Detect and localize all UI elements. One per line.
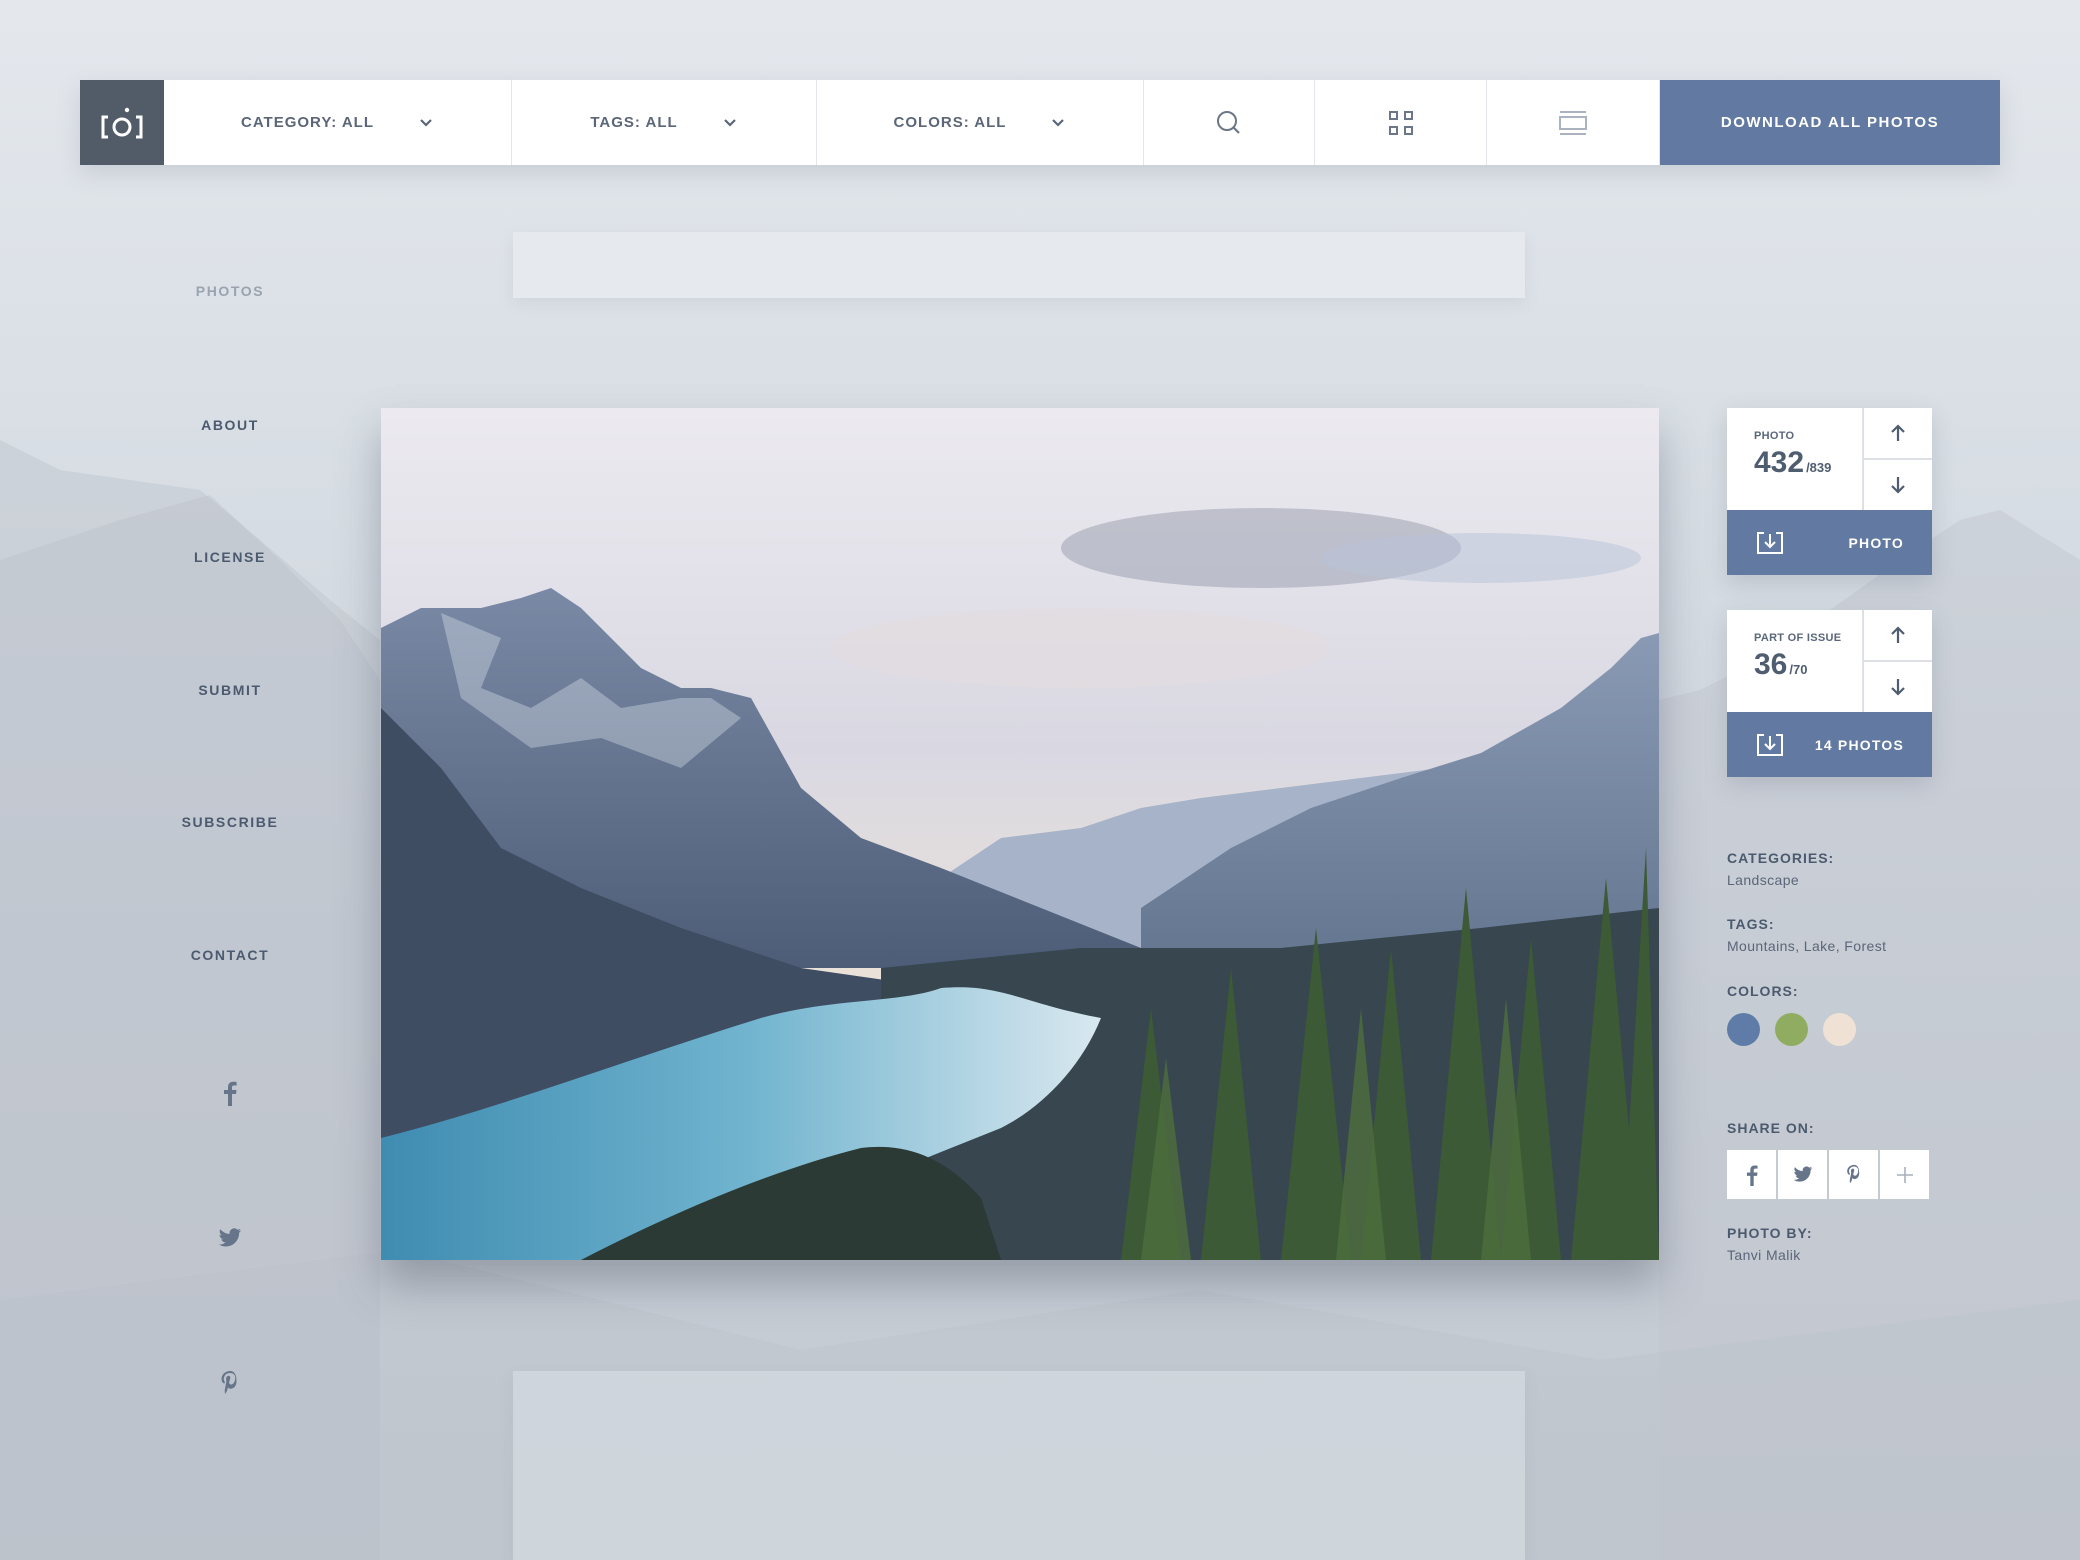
share-pinterest-button[interactable] [1829,1150,1878,1199]
tags-section: TAGS: Mountains, Lake, Forest [1727,916,1886,954]
tags-value[interactable]: Mountains, Lake, Forest [1727,938,1886,954]
arrow-up-icon [1891,424,1905,441]
list-view-icon [1559,110,1587,135]
category-filter-label: CATEGORY: ALL [241,114,374,131]
facebook-icon [1746,1165,1758,1186]
category-filter-dropdown[interactable]: CATEGORY: ALL [164,80,512,165]
camera-logo-icon [101,107,143,138]
nav-item-license[interactable]: LICENSE [150,549,310,565]
share-section: SHARE ON: [1727,1120,1929,1199]
pinterest-icon [221,1371,237,1394]
top-toolbar: CATEGORY: ALL TAGS: ALL COLORS: ALL DOWN… [80,80,2000,165]
color-swatch-green[interactable] [1775,1013,1808,1046]
twitter-icon [1793,1166,1812,1182]
nav-item-subscribe[interactable]: SUBSCRIBE [150,814,310,830]
issue-counter: 36/70 [1754,648,1862,682]
issue-navigator-card: PART OF ISSUE 36/70 14 PHOTOS [1727,610,1932,777]
issue-total-number: /70 [1789,662,1808,677]
colors-filter-label: COLORS: ALL [893,114,1007,131]
previous-photo-button[interactable] [1864,408,1932,458]
photo-counter-label: PHOTO [1754,430,1795,442]
previous-photo-preview[interactable] [513,232,1525,298]
tags-filter-dropdown[interactable]: TAGS: ALL [512,80,817,165]
tags-filter-label: TAGS: ALL [590,114,678,131]
colors-section: COLORS: [1727,983,1856,1046]
next-photo-preview[interactable] [513,1371,1525,1560]
nav-item-contact[interactable]: CONTACT [150,947,310,963]
pinterest-icon [1846,1164,1859,1184]
download-issue-button[interactable]: 14 PHOTOS [1727,712,1932,777]
photo-navigator-card: PHOTO 432/839 PHOTO [1727,408,1932,575]
twitter-icon [218,1228,242,1247]
arrow-down-icon [1891,679,1905,696]
landscape-photo-image [381,408,1659,1260]
download-photo-label: PHOTO [1848,534,1904,551]
chevron-down-icon [1052,118,1065,127]
download-all-photos-button[interactable]: DOWNLOAD ALL PHOTOS [1660,80,2000,165]
download-icon [1757,531,1783,554]
search-icon [1217,110,1240,134]
color-swatch-cream[interactable] [1823,1013,1856,1046]
photographer-name[interactable]: Tanvi Malik [1727,1247,1813,1263]
list-view-button[interactable] [1487,80,1660,165]
share-twitter-button[interactable] [1778,1150,1827,1199]
categories-value[interactable]: Landscape [1727,872,1834,888]
nav-item-about[interactable]: ABOUT [150,417,310,433]
previous-issue-button[interactable] [1864,610,1932,660]
logo[interactable] [80,80,164,165]
tags-label: TAGS: [1727,916,1775,932]
chevron-down-icon [420,118,432,127]
next-issue-button[interactable] [1864,660,1932,712]
nav-item-submit[interactable]: SUBMIT [150,682,310,698]
next-photo-button[interactable] [1864,458,1932,510]
color-swatch-blue[interactable] [1727,1013,1760,1046]
nav-item-photos[interactable]: PHOTOS [150,283,310,299]
twitter-link[interactable] [150,1228,310,1248]
facebook-link[interactable] [150,1080,310,1106]
photo-by-label: PHOTO BY: [1727,1225,1813,1241]
chevron-down-icon [723,118,736,127]
arrow-down-icon [1891,477,1905,494]
share-label: SHARE ON: [1727,1120,1815,1136]
download-icon [1757,733,1783,756]
pinterest-link[interactable] [150,1370,310,1396]
download-photo-button[interactable]: PHOTO [1727,510,1932,575]
share-facebook-button[interactable] [1727,1150,1776,1199]
search-button[interactable] [1144,80,1315,165]
categories-section: CATEGORIES: Landscape [1727,850,1834,888]
arrow-up-icon [1891,626,1905,643]
facebook-icon [224,1081,237,1106]
color-swatches [1727,1013,1856,1046]
photo-total-number: /839 [1806,460,1832,475]
main-photo[interactable] [381,408,1659,1260]
photo-counter: 432/839 [1754,446,1862,480]
grid-view-icon [1388,110,1413,135]
categories-label: CATEGORIES: [1727,850,1835,866]
grid-view-button[interactable] [1315,80,1487,165]
issue-current-number: 36 [1754,648,1788,681]
download-issue-label: 14 PHOTOS [1814,736,1904,753]
colors-label: COLORS: [1727,983,1799,999]
issue-counter-label: PART OF ISSUE [1754,632,1842,644]
colors-filter-dropdown[interactable]: COLORS: ALL [817,80,1144,165]
photo-current-number: 432 [1754,446,1805,479]
photo-by-section: PHOTO BY: Tanvi Malik [1727,1225,1813,1263]
plus-icon [1896,1166,1913,1183]
share-more-button[interactable] [1880,1150,1929,1199]
